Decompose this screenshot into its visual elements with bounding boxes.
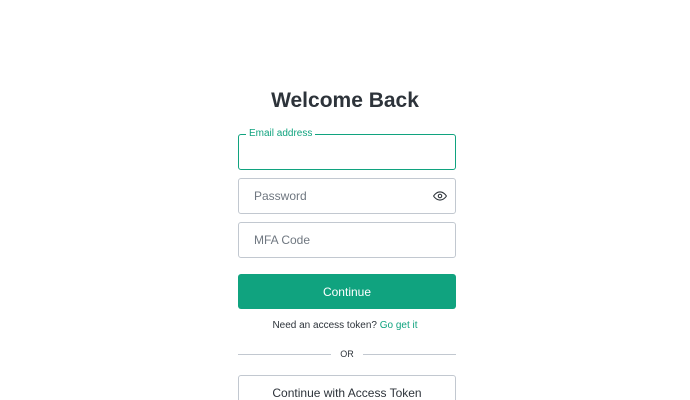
mfa-code-input[interactable] <box>239 223 455 257</box>
password-field[interactable] <box>238 178 456 214</box>
mfa-field[interactable] <box>238 222 456 258</box>
access-token-prompt-text: Need an access token? <box>272 320 377 331</box>
page-title: Welcome Back <box>271 89 419 112</box>
or-divider: OR <box>238 346 456 362</box>
email-input[interactable] <box>239 135 455 169</box>
access-token-prompt: Need an access token? Go get it <box>0 319 690 333</box>
password-input[interactable] <box>239 179 455 213</box>
login-page: Welcome Back Email address Continue Need… <box>0 0 690 400</box>
continue-button[interactable]: Continue <box>238 274 456 309</box>
eye-icon[interactable] <box>433 189 447 203</box>
continue-with-access-token-button[interactable]: Continue with Access Token <box>238 375 456 400</box>
email-field[interactable]: Email address <box>238 128 456 170</box>
go-get-it-link[interactable]: Go get it <box>380 320 418 331</box>
divider-line-right <box>363 354 456 355</box>
